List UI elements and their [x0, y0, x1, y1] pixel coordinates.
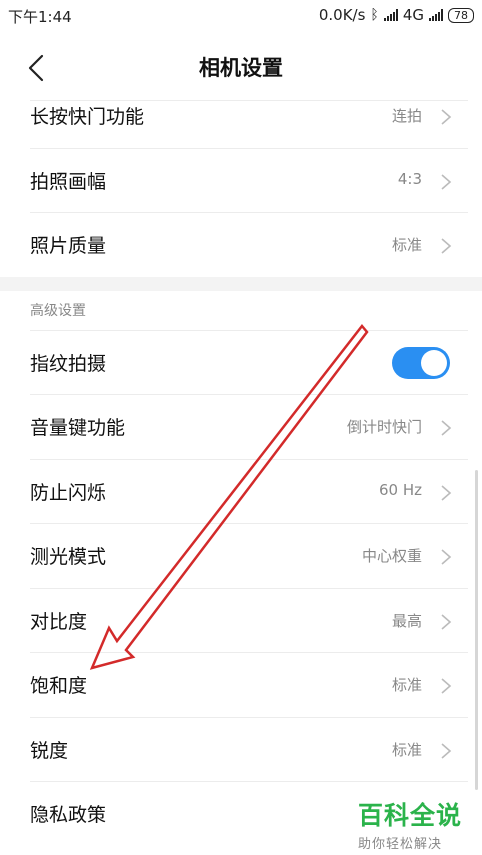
status-bar: 下午1:44 0.0K/s ᛒ 4G 78 — [0, 0, 482, 32]
battery-level: 78 — [454, 8, 468, 22]
chevron-right-icon — [441, 238, 452, 254]
setting-label: 隐私政策 — [30, 804, 107, 826]
setting-value: 倒计时快门 — [346, 418, 422, 436]
setting-label: 对比度 — [30, 611, 88, 633]
setting-label: 照片质量 — [30, 235, 107, 257]
setting-label: 测光模式 — [30, 546, 107, 568]
setting-label: 音量键功能 — [30, 417, 126, 439]
chevron-right-icon — [441, 743, 452, 759]
setting-label: 防止闪烁 — [30, 482, 107, 504]
page-title: 相机设置 — [199, 56, 283, 80]
section-title-advanced: 高级设置 — [30, 303, 86, 319]
toggle-knob — [421, 350, 447, 376]
setting-row-metering-mode[interactable]: 测光模式 中心权重 — [0, 524, 482, 588]
setting-label: 指纹拍摄 — [30, 353, 107, 375]
setting-label: 拍照画幅 — [30, 171, 107, 193]
battery-icon: 78 — [448, 7, 474, 23]
signal-icon — [383, 9, 398, 21]
chevron-right-icon — [441, 549, 452, 565]
chevron-right-icon — [441, 420, 452, 436]
setting-row-saturation[interactable]: 饱和度 标准 — [0, 653, 482, 717]
setting-row-fingerprint-capture[interactable]: 指纹拍摄 — [0, 331, 482, 395]
network-type: 4G — [402, 6, 424, 24]
status-right: 0.0K/s ᛒ 4G 78 — [319, 6, 474, 24]
setting-row-aspect-ratio[interactable]: 拍照画幅 4:3 — [0, 149, 482, 213]
setting-value: 标准 — [391, 741, 422, 759]
setting-value: 4:3 — [397, 170, 422, 188]
setting-label: 锐度 — [30, 740, 69, 762]
watermark-logo-text: 百科全说 — [358, 801, 463, 830]
chevron-right-icon — [441, 485, 452, 501]
bluetooth-icon: ᛒ — [370, 7, 379, 23]
setting-value: 标准 — [391, 236, 422, 254]
setting-value: 中心权重 — [361, 547, 422, 565]
watermark-slogan: 助你轻松解决 — [358, 837, 443, 852]
chevron-right-icon — [441, 174, 452, 190]
watermark: 百科全说 助你轻松解决 — [358, 796, 478, 852]
setting-value: 最高 — [391, 612, 422, 630]
setting-label: 饱和度 — [30, 675, 88, 697]
chevron-right-icon — [441, 614, 452, 630]
section-gap — [0, 277, 482, 291]
setting-row-photo-quality[interactable]: 照片质量 标准 — [0, 213, 482, 277]
setting-row-sharpness[interactable]: 锐度 标准 — [0, 718, 482, 782]
setting-value: 标准 — [391, 676, 422, 694]
setting-value: 60 Hz — [378, 481, 422, 499]
status-time: 下午1:44 — [8, 8, 72, 26]
signal-2-icon — [429, 9, 443, 21]
setting-row-volume-key[interactable]: 音量键功能 倒计时快门 — [0, 395, 482, 459]
setting-label: 长按快门功能 — [30, 106, 145, 128]
setting-row-shutter-long-press[interactable]: 长按快门功能 连拍 — [0, 84, 482, 148]
setting-row-anti-flicker[interactable]: 防止闪烁 60 Hz — [0, 460, 482, 524]
setting-value: 连拍 — [391, 107, 422, 125]
setting-row-contrast[interactable]: 对比度 最高 — [0, 589, 482, 653]
network-speed: 0.0K/s — [318, 6, 366, 24]
scrollbar[interactable] — [475, 470, 478, 790]
chevron-right-icon — [441, 678, 452, 694]
chevron-right-icon — [441, 109, 452, 125]
fingerprint-toggle[interactable] — [392, 347, 450, 379]
